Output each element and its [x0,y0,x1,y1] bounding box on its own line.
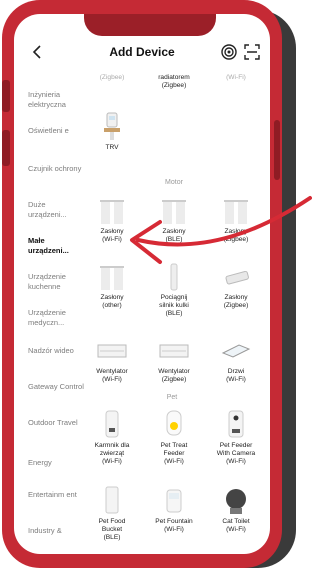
scan-target-button[interactable] [220,43,238,61]
device-item-curtain-other[interactable]: Zasłony (other) [80,260,144,310]
section-title-motor: Motor [165,179,183,186]
scan-icon [244,44,260,60]
sidebar-item-outdoor-travel[interactable]: Outdoor Travel [28,418,84,428]
device-label: Cat Toilet (Wi-Fi) [222,518,250,534]
motor-icon [204,260,268,294]
curtain-icon [204,194,268,228]
device-item[interactable]: (Zigbee) [80,74,144,82]
device-label: Zasłony (Zigbee) [223,228,249,244]
device-label: Zasłony (Zigbee) [223,294,249,310]
sidebar-item-large-appliances[interactable]: Duże urządzeni... [28,200,84,220]
device-item[interactable]: (Wi-Fi) [204,74,268,82]
device-item-curtain-wifi[interactable]: Zasłony (Wi-Fi) [80,194,144,244]
device-item-fan-wifi[interactable]: Wentylator (Wi-Fi) [80,334,144,384]
tube-motor-icon [142,260,206,294]
device-label: Zasłony (other) [100,294,124,310]
feeder-icon [80,408,144,442]
device-item-pet-food-bucket[interactable]: Pet Food Bucket (BLE) [80,484,144,543]
device-item-fan-zigbee[interactable]: Wentylator (Zigbee) [142,334,206,384]
curtain-icon [80,194,144,228]
sidebar-item-lighting[interactable]: Oświetleni e [28,126,84,136]
device-label: TRV [105,144,119,151]
device-item-door-wifi[interactable]: Drzwi (Wi-Fi) [204,334,268,384]
sidebar-item-industry[interactable]: Industry & [28,526,84,536]
food-bucket-icon [80,484,144,518]
device-item-curtain-zigbee[interactable]: Zasłony (Zigbee) [204,194,268,244]
device-label: Zasłony (BLE) [162,228,186,244]
device-label: Pet Food Bucket (BLE) [98,518,126,542]
treat-feeder-icon [142,408,206,442]
device-label: Wentylator (Zigbee) [158,368,190,384]
device-label: Drzwi (Wi-Fi) [226,368,246,384]
vent-icon [80,334,144,368]
sidebar-item-energy[interactable]: Energy [28,458,84,468]
phone-screen: Add Device Inżynieria elektryczna Oświet… [14,14,270,554]
device-label: Pociągnij silnik kulki (BLE) [159,294,189,318]
scan-qr-button[interactable] [243,43,261,61]
device-label: Pet Treat Feeder (Wi-Fi) [160,442,188,466]
curtain-icon [80,260,144,294]
device-item-pet-fountain[interactable]: Pet Fountain (Wi-Fi) [142,484,206,534]
device-item-trv[interactable]: TRV [80,110,144,152]
section-title-pet: Pet [166,394,178,401]
power-button [274,120,280,180]
curtain-icon [142,194,206,228]
sidebar-item-gateway-control[interactable]: Gateway Control [28,382,84,392]
device-label: Karmnik dla zwierząt (Wi-Fi) [94,442,130,466]
device-label: radiatorem (Zigbee) [158,74,190,90]
device-label: (Wi-Fi) [226,74,246,81]
sidebar-item-entertainment[interactable]: Entertainm ent [28,490,84,500]
device-label: Pet Feeder With Camera (Wi-Fi) [216,442,256,466]
device-item-curtain-ble[interactable]: Zasłony (BLE) [142,194,206,244]
sidebar-item-medical[interactable]: Urządzenie medyczn... [28,308,84,328]
sidebar-item-kitchen[interactable]: Urządzenie kuchenne [28,272,84,292]
device-item-pet-treat-feeder[interactable]: Pet Treat Feeder (Wi-Fi) [142,408,206,467]
device-item-curtain-zigbee-2[interactable]: Zasłony (Zigbee) [204,260,268,310]
device-item-pet-feeder-camera[interactable]: Pet Feeder With Camera (Wi-Fi) [204,408,268,467]
phone-frame: Add Device Inżynieria elektryczna Oświet… [2,0,282,568]
volume-up-button [2,80,10,112]
device-item[interactable]: radiatorem (Zigbee) [142,74,206,90]
device-label: (Zigbee) [99,74,125,81]
vent-icon [142,334,206,368]
device-item-ball-motor-ble[interactable]: Pociągnij silnik kulki (BLE) [142,260,206,319]
trv-icon [80,110,144,144]
volume-down-button [2,130,10,166]
cat-toilet-icon [204,484,268,518]
device-label: Zasłony (Wi-Fi) [100,228,124,244]
header: Add Device [14,38,270,68]
notch [84,14,216,36]
device-label: Pet Fountain (Wi-Fi) [155,518,193,534]
target-icon [221,44,237,60]
sidebar-item-security-sensor[interactable]: Czujnik ochrony [28,164,84,174]
camera-feeder-icon [204,408,268,442]
fountain-icon [142,484,206,518]
device-item-cat-toilet[interactable]: Cat Toilet (Wi-Fi) [204,484,268,534]
skylight-icon [204,334,268,368]
device-label: Wentylator (Wi-Fi) [96,368,128,384]
sidebar-item-small-appliances[interactable]: Małe urządzeni... [28,236,84,256]
sidebar-item-electrical[interactable]: Inżynieria elektryczna [28,90,84,110]
sidebar-item-video-surveillance[interactable]: Nadzór wideo [28,346,84,356]
device-item-pet-feeder[interactable]: Karmnik dla zwierząt (Wi-Fi) [80,408,144,467]
